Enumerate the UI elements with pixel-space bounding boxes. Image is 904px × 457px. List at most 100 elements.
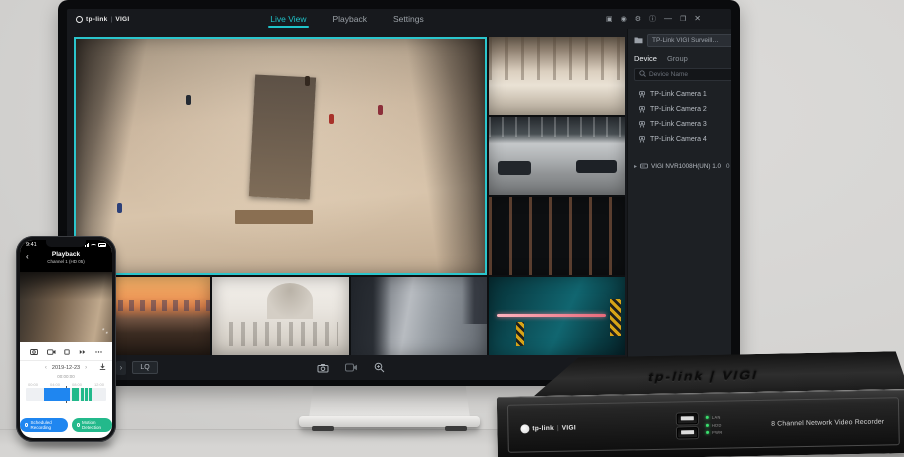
prev-day-button[interactable]: ‹: [45, 365, 47, 371]
layout-icon[interactable]: ▣: [606, 16, 613, 23]
live-view-viewport: › LQ: [67, 29, 627, 380]
nvr-dropdown-row: TP-Link VIGI Surveill… ∨: [634, 34, 731, 47]
led-label: HDD: [712, 422, 722, 427]
fullscreen-icon[interactable]: [102, 321, 108, 339]
feed-decor: [186, 95, 191, 105]
usb-port: [677, 413, 698, 424]
stop-icon[interactable]: [64, 342, 70, 360]
camera-name: TP-Link Camera 1: [650, 91, 707, 98]
status-icons: [85, 243, 106, 247]
camera-icon: [638, 136, 646, 143]
usb-ports: [677, 413, 698, 438]
record-icon[interactable]: [47, 342, 56, 360]
app-content: › LQ: [67, 29, 731, 380]
list-item-nvr[interactable]: ▸ VIGI NVR1008H(UN) 1.0 0 / 8: [634, 159, 731, 173]
minimize-button[interactable]: —: [664, 15, 672, 23]
close-button[interactable]: ✕: [694, 15, 701, 23]
playback-video[interactable]: [20, 272, 112, 342]
wifi-icon: [91, 244, 96, 247]
phone-notch: [46, 240, 86, 247]
feed-decor: [497, 314, 606, 317]
tab-group[interactable]: Group: [667, 54, 688, 63]
nvr-brand-product: VIGI: [562, 424, 576, 431]
alarm-icon[interactable]: ◉: [621, 16, 627, 23]
feed-decor: [462, 277, 487, 324]
tab-live-view[interactable]: Live View: [268, 10, 308, 28]
toolbar-left: › LQ: [116, 361, 158, 375]
camera-tile-garage-entrance[interactable]: [489, 277, 625, 355]
tab-settings[interactable]: Settings: [391, 10, 426, 28]
record-icon[interactable]: [345, 363, 358, 372]
search-input[interactable]: [649, 71, 731, 78]
restore-button[interactable]: ❐: [680, 16, 686, 23]
feed-decor: [378, 105, 383, 115]
camera-tile-parking-garage[interactable]: [489, 197, 625, 275]
playback-title: Playback: [20, 251, 112, 258]
back-button[interactable]: ‹: [26, 253, 29, 261]
feed-decor: [576, 160, 617, 173]
usb-port: [677, 427, 698, 438]
camera-tile-city-street[interactable]: [351, 277, 487, 355]
timeline-segment-motion: [72, 388, 78, 401]
search-icon: [639, 70, 646, 79]
camera-tile-warehouse-garage[interactable]: [489, 117, 625, 195]
list-item-camera-3[interactable]: TP-Link Camera 3: [634, 117, 731, 131]
window-controls: ▣ ◉ ⚙ ⓘ — ❐ ✕: [606, 9, 701, 29]
device-dropdown[interactable]: TP-Link VIGI Surveill… ∨: [647, 34, 731, 47]
download-icon[interactable]: [99, 363, 106, 373]
camera-tile-museum-gallery[interactable]: [74, 37, 487, 275]
playback-timeline[interactable]: [26, 388, 106, 401]
snapshot-icon[interactable]: [30, 342, 38, 360]
current-time-label: 00:00:00: [20, 374, 112, 382]
playback-header: ‹ Playback Channel 1 (HD 05): [20, 251, 112, 264]
legend-scheduled-recording: Scheduled Recording: [20, 418, 68, 432]
tab-device[interactable]: Device: [634, 54, 657, 63]
date-label[interactable]: 2019-12-23: [52, 365, 80, 371]
next-day-button[interactable]: ›: [85, 365, 87, 371]
info-icon[interactable]: ⓘ: [649, 16, 656, 23]
clock-icon: [25, 423, 28, 427]
more-icon[interactable]: [95, 342, 102, 360]
settings-icon[interactable]: ⚙: [635, 16, 641, 23]
quality-button[interactable]: LQ: [132, 361, 158, 374]
nvr-front-panel: tp-link | VIGI LAN HDD PWR 8 Channel Ne: [497, 389, 904, 457]
camera-name: TP-Link Camera 3: [650, 121, 707, 128]
led-dot: [706, 416, 709, 419]
timeline-segment-motion: [89, 388, 92, 401]
device-sidebar: TP-Link VIGI Surveill… ∨ Device Group ⟳: [627, 29, 731, 380]
feed-decor: [117, 203, 122, 213]
feed-decor: [351, 277, 392, 355]
feed-decor: [489, 197, 625, 275]
camera-icon: [638, 91, 646, 98]
camera-name: TP-Link Camera 2: [650, 106, 707, 113]
nvr-brand-divider: |: [557, 424, 559, 431]
list-item-camera-2[interactable]: TP-Link Camera 2: [634, 102, 731, 116]
device-search: [634, 68, 731, 81]
legend-label: Scheduled Recording: [30, 420, 62, 430]
expand-panel-button[interactable]: ›: [116, 361, 126, 375]
camera-tile-museum-atrium[interactable]: [212, 277, 348, 355]
timeline-segment-motion: [81, 388, 83, 401]
main-tabs: Live View Playback Settings: [67, 9, 627, 29]
list-item-camera-4[interactable]: TP-Link Camera 4: [634, 132, 731, 146]
sidebar-tabs: Device Group ⟳: [634, 54, 731, 63]
monitor-stand-base: [299, 416, 480, 427]
speed-icon[interactable]: [79, 342, 86, 360]
expand-arrow-icon[interactable]: ▸: [634, 163, 637, 170]
led-hdd: HDD: [706, 422, 723, 427]
digital-zoom-icon[interactable]: [374, 362, 385, 373]
phone-statusbar-area: 9:41 ‹ Playback Channel 1 (HD 05): [20, 240, 112, 272]
list-item-camera-1[interactable]: TP-Link Camera 1: [634, 87, 731, 101]
timeline-segment-scheduled: [44, 388, 70, 401]
tab-playback[interactable]: Playback: [331, 10, 370, 28]
folder-icon[interactable]: [634, 36, 643, 46]
camera-tile-museum-hall[interactable]: [489, 37, 625, 115]
feed-decor: [498, 161, 531, 174]
legend-label: Motion Detection: [82, 420, 107, 430]
feed-decor: [516, 322, 524, 345]
legend-motion-detection: Motion Detection: [72, 418, 112, 432]
vigi-app-window: tp-link | VIGI Live View Playback Settin…: [67, 9, 731, 380]
feed-decor: [235, 210, 313, 224]
feed-decor: [329, 114, 334, 124]
snapshot-icon[interactable]: [317, 363, 329, 373]
